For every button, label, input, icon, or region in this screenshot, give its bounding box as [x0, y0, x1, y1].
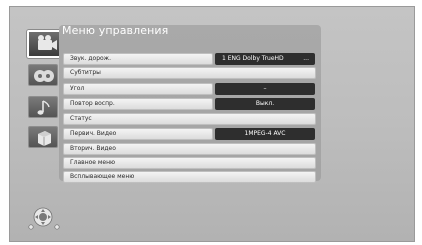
primary-video-value[interactable]: 1MPEG-4 AVC — [215, 128, 315, 140]
sidebar-item-sd-card[interactable] — [28, 64, 58, 86]
navigation-pad-icon — [28, 207, 60, 230]
menu-item-repeat[interactable]: Повтор воспр. — [63, 98, 213, 110]
photo-icon — [38, 131, 51, 146]
audio-track-more: ... — [303, 55, 309, 62]
disc-playback-icon — [38, 35, 57, 50]
audio-track-value[interactable]: 1 ENG Dolby TrueHD ... — [215, 53, 315, 65]
repeat-value[interactable]: Выкл. — [215, 98, 315, 110]
audio-track-value-text: 1 ENG Dolby TrueHD — [222, 55, 284, 62]
menu-item-subtitles[interactable]: Субтитры — [63, 67, 316, 79]
menu-item-angle[interactable]: Угол — [63, 83, 213, 95]
menu-item-popup-menu[interactable]: Всплывающее меню — [63, 171, 316, 183]
menu-item-top-menu[interactable]: Главное меню — [63, 157, 316, 169]
sidebar-item-music[interactable] — [28, 96, 58, 118]
menu-item-audio-track[interactable]: Звук. дорож. — [63, 53, 213, 65]
menu-item-secondary-video[interactable]: Вторич. Видео — [63, 143, 316, 155]
panel-title: Меню управления — [62, 24, 169, 37]
music-note-icon — [37, 100, 50, 115]
sidebar-item-photo[interactable] — [28, 126, 58, 148]
sd-card-icon — [34, 70, 54, 82]
angle-value[interactable]: – — [215, 83, 315, 95]
menu-item-primary-video[interactable]: Первич. Видео — [63, 128, 213, 140]
menu-item-status[interactable]: Статус — [63, 113, 316, 125]
